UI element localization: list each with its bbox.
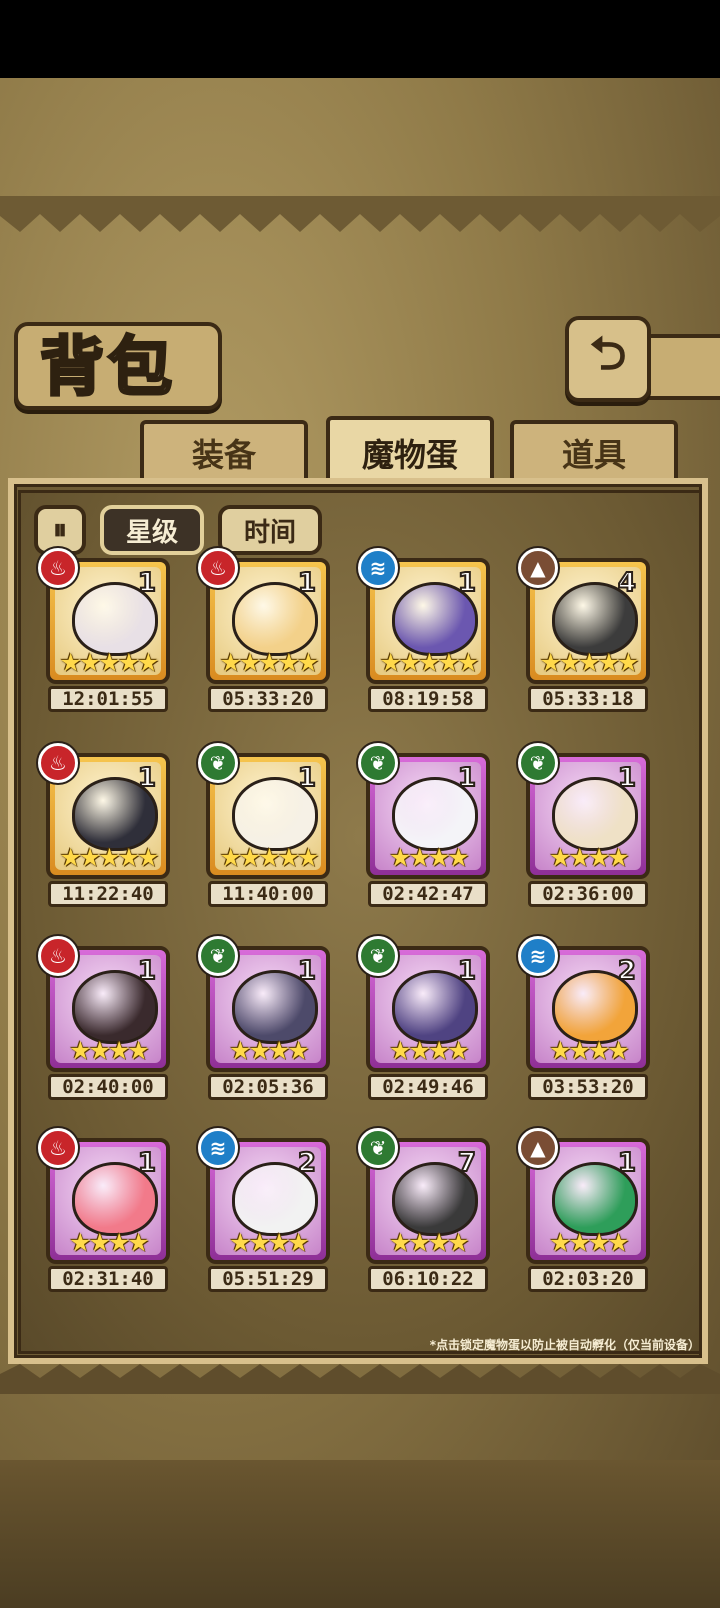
- egg-count: 1: [137, 955, 157, 987]
- egg-slot[interactable]: 1 ★★★★ ♨ 02:40:00: [38, 936, 176, 1100]
- egg-count: 1: [137, 567, 157, 599]
- earth-element-icon: ▲: [518, 548, 558, 588]
- sort-by-time-button[interactable]: 时间: [218, 505, 322, 555]
- hatch-timer: 02:49:46: [368, 1074, 488, 1100]
- bottom-background: [0, 1460, 720, 1608]
- water-element-icon: ≋: [358, 548, 398, 588]
- hatch-timer: 02:03:20: [528, 1266, 648, 1292]
- egg-count: 2: [617, 955, 637, 987]
- star-rating: ★★★★: [389, 1228, 470, 1257]
- fire-element-icon: ♨: [38, 936, 78, 976]
- water-element-icon: ≋: [198, 1128, 238, 1168]
- egg-slot[interactable]: 1 ★★★★★ ♨ 12:01:55: [38, 548, 176, 712]
- fire-element-icon: ♨: [38, 743, 78, 783]
- egg-slot[interactable]: 1 ★★★★ ❦ 02:36:00: [518, 743, 656, 907]
- bottom-torn-edge: [0, 1364, 720, 1394]
- star-rating: ★★★★: [229, 1036, 310, 1065]
- nature-element-icon: ❦: [358, 1128, 398, 1168]
- egg-slot[interactable]: 1 ★★★★ ❦ 02:49:46: [358, 936, 496, 1100]
- star-rating: ★★★★: [549, 843, 630, 872]
- fire-element-icon: ♨: [38, 1128, 78, 1168]
- egg-count: 1: [137, 762, 157, 794]
- egg-count: 1: [137, 1147, 157, 1179]
- nature-element-icon: ❦: [198, 743, 238, 783]
- tab-items-label: 道具: [561, 436, 626, 474]
- tab-monster-eggs-label: 魔物蛋: [361, 436, 458, 474]
- back-arrow-icon: ⮌: [589, 326, 627, 380]
- egg-slot[interactable]: 1 ★★★★★ ❦ 11:40:00: [198, 743, 336, 907]
- star-rating: ★★★★: [549, 1036, 630, 1065]
- hatch-timer: 02:40:00: [48, 1074, 168, 1100]
- egg-slot[interactable]: 1 ★★★★ ♨ 02:31:40: [38, 1128, 176, 1292]
- water-element-icon: ≋: [518, 936, 558, 976]
- egg-slot[interactable]: 1 ★★★★ ▲ 02:03:20: [518, 1128, 656, 1292]
- nature-element-icon: ❦: [198, 936, 238, 976]
- hatch-timer: 08:19:58: [368, 686, 488, 712]
- egg-slot[interactable]: 1 ★★★★ ❦ 02:05:36: [198, 936, 336, 1100]
- star-rating: ★★★★★: [539, 648, 639, 677]
- earth-element-icon: ▲: [518, 1128, 558, 1168]
- egg-count: 1: [617, 1147, 637, 1179]
- lock-hint-text: *点击锁定魔物蛋以防止被自动孵化（仅当前设备）: [429, 1338, 700, 1352]
- egg-count: 1: [457, 955, 477, 987]
- egg-count: 7: [457, 1147, 477, 1179]
- tab-items[interactable]: 道具: [510, 420, 678, 482]
- star-rating: ★★★★★: [59, 648, 159, 677]
- egg-count: 2: [297, 1147, 317, 1179]
- hatch-timer: 05:33:18: [528, 686, 648, 712]
- hatch-timer: 12:01:55: [48, 686, 168, 712]
- egg-slot[interactable]: 1 ★★★★★ ≋ 08:19:58: [358, 548, 496, 712]
- egg-slot[interactable]: 4 ★★★★★ ▲ 05:33:18: [518, 548, 656, 712]
- nature-element-icon: ❦: [358, 743, 398, 783]
- star-rating: ★★★★: [389, 1036, 470, 1065]
- star-rating: ★★★★★: [219, 843, 319, 872]
- back-banner: [640, 334, 720, 400]
- egg-slot[interactable]: 1 ★★★★★ ♨ 11:22:40: [38, 743, 176, 907]
- hatch-timer: 05:51:29: [208, 1266, 328, 1292]
- hatch-timer: 11:22:40: [48, 881, 168, 907]
- tab-monster-eggs[interactable]: 魔物蛋: [326, 416, 494, 486]
- star-rating: ★★★★: [389, 843, 470, 872]
- nature-element-icon: ❦: [358, 936, 398, 976]
- top-torn-edge: [0, 196, 720, 232]
- egg-count: 1: [297, 955, 317, 987]
- egg-slot[interactable]: 2 ★★★★ ≋ 03:53:20: [518, 936, 656, 1100]
- status-bar: [0, 0, 720, 78]
- egg-slot[interactable]: 7 ★★★★ ❦ 06:10:22: [358, 1128, 496, 1292]
- star-rating: ★★★★★: [59, 843, 159, 872]
- tab-equipment[interactable]: 装备: [140, 420, 308, 482]
- sort-by-star-button[interactable]: 星级: [100, 505, 204, 555]
- tab-equipment-label: 装备: [191, 436, 256, 474]
- hatch-timer: 02:36:00: [528, 881, 648, 907]
- hatch-timer: 02:05:36: [208, 1074, 328, 1100]
- egg-slot[interactable]: 1 ★★★★ ❦ 02:42:47: [358, 743, 496, 907]
- star-rating: ★★★★★: [219, 648, 319, 677]
- hatch-timer: 11:40:00: [208, 881, 328, 907]
- fire-element-icon: ♨: [198, 548, 238, 588]
- star-rating: ★★★★: [229, 1228, 310, 1257]
- egg-count: 1: [297, 567, 317, 599]
- egg-count: 1: [297, 762, 317, 794]
- hatch-timer: 03:53:20: [528, 1074, 648, 1100]
- hatch-timer: 02:31:40: [48, 1266, 168, 1292]
- hatch-timer: 06:10:22: [368, 1266, 488, 1292]
- star-rating: ★★★★: [549, 1228, 630, 1257]
- nature-element-icon: ❦: [518, 743, 558, 783]
- back-button[interactable]: ⮌: [565, 316, 651, 402]
- egg-slot[interactable]: 1 ★★★★★ ♨ 05:33:20: [198, 548, 336, 712]
- hatch-timer: 05:33:20: [208, 686, 328, 712]
- star-rating: ★★★★: [69, 1228, 150, 1257]
- star-rating: ★★★★★: [379, 648, 479, 677]
- egg-count: 1: [457, 567, 477, 599]
- egg-count: 4: [617, 567, 637, 599]
- egg-count: 1: [457, 762, 477, 794]
- fire-element-icon: ♨: [38, 548, 78, 588]
- page-title: 背包: [39, 329, 176, 407]
- hatch-timer: 02:42:47: [368, 881, 488, 907]
- star-rating: ★★★★: [69, 1036, 150, 1065]
- egg-slot[interactable]: 2 ★★★★ ≋ 05:51:29: [198, 1128, 336, 1292]
- egg-count: 1: [617, 762, 637, 794]
